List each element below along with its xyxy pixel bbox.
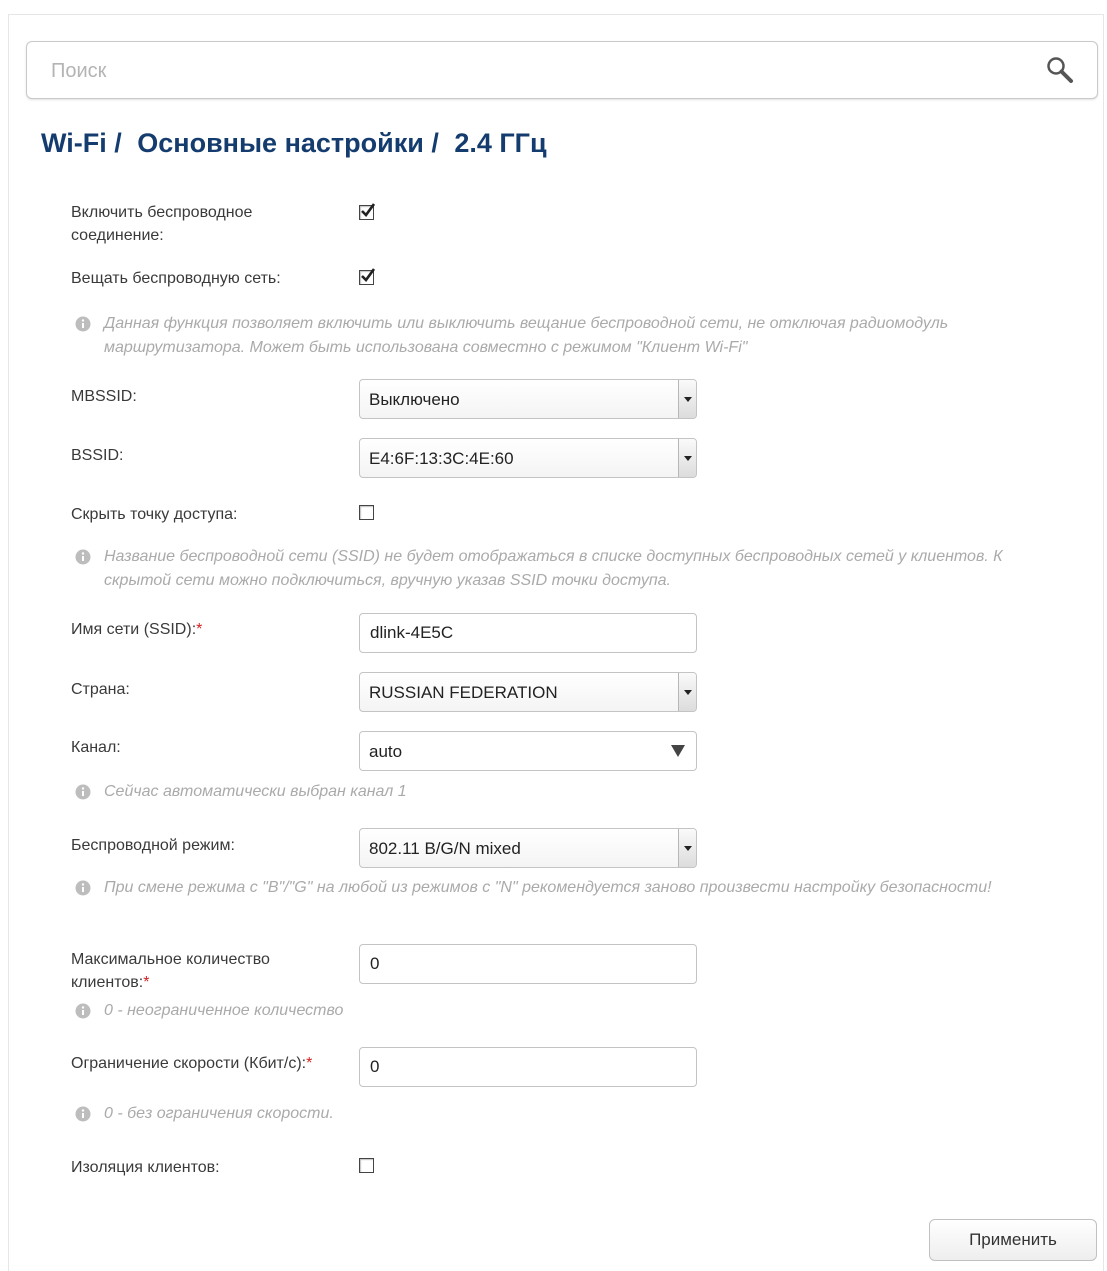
info-icon [75, 549, 91, 565]
broadcast-hint: Данная функция позволяет включить или вы… [75, 312, 1035, 360]
info-icon [75, 784, 91, 800]
dropdown-arrow-icon[interactable] [678, 829, 696, 867]
wireless-mode-select[interactable]: 802.11 B/G/N mixed [359, 828, 697, 868]
ssid-input[interactable] [359, 613, 697, 653]
channel-hint: Сейчас автоматически выбран канал 1 [75, 780, 1035, 804]
check-icon [361, 203, 375, 217]
check-icon [361, 268, 375, 282]
chevron-down-icon[interactable] [671, 745, 685, 757]
broadcast-hint-text: Данная функция позволяет включить или вы… [104, 315, 949, 356]
max-clients-label: Максимальное количество клиентов:* [71, 948, 341, 994]
max-clients-input[interactable] [359, 944, 697, 984]
mbssid-value: Выключено [369, 390, 460, 409]
country-select[interactable]: RUSSIAN FEDERATION [359, 672, 697, 712]
bssid-select[interactable]: E4:6F:13:3C:4E:60 [359, 438, 697, 478]
info-icon [75, 880, 91, 896]
breadcrumb-basic-settings: Основные настройки / [137, 128, 439, 158]
required-marker: * [196, 621, 203, 638]
info-icon [75, 316, 91, 332]
country-value: RUSSIAN FEDERATION [369, 683, 558, 702]
dropdown-arrow-icon[interactable] [678, 380, 696, 418]
hide-ap-hint: Название беспроводной сети (SSID) не буд… [75, 545, 1035, 593]
channel-select[interactable]: auto [359, 731, 697, 771]
speed-limit-label-text: Ограничение скорости (Кбит/с): [71, 1055, 307, 1072]
wireless-mode-hint-text: При смене режима с "B"/"G" на любой из р… [104, 879, 992, 896]
country-label: Страна: [71, 681, 130, 698]
info-icon [75, 1106, 91, 1122]
dropdown-arrow-icon[interactable] [678, 439, 696, 477]
speed-limit-input[interactable] [359, 1047, 697, 1087]
speed-limit-hint: 0 - без ограничения скорости. [75, 1102, 1035, 1126]
hide-ap-label: Скрыть точку доступа: [71, 506, 238, 523]
broadcast-label: Вещать беспроводную сеть: [71, 270, 281, 287]
search-input[interactable] [49, 56, 1013, 86]
channel-label: Канал: [71, 739, 121, 756]
required-marker: * [306, 1055, 313, 1072]
enable-wireless-checkbox[interactable] [359, 203, 375, 220]
bssid-value: E4:6F:13:3C:4E:60 [369, 449, 514, 468]
client-isolation-label: Изоляция клиентов: [71, 1159, 220, 1176]
apply-button[interactable]: Применить [929, 1219, 1097, 1261]
bssid-label: BSSID: [71, 447, 124, 464]
info-icon [75, 1003, 91, 1019]
hide-ap-hint-text: Название беспроводной сети (SSID) не буд… [104, 548, 1003, 589]
max-clients-label-text: Максимальное количество клиентов: [71, 951, 270, 991]
enable-wireless-label: Включить беспроводное соединение: [71, 204, 253, 244]
page-title: Wi-Fi / Основные настройки / 2.4 ГГц [41, 128, 555, 159]
ssid-label-text: Имя сети (SSID): [71, 621, 197, 638]
speed-limit-label: Ограничение скорости (Кбит/с):* [71, 1052, 341, 1075]
breadcrumb-wifi: Wi-Fi / [41, 128, 122, 158]
speed-limit-hint-text: 0 - без ограничения скорости. [104, 1105, 334, 1122]
mbssid-select[interactable]: Выключено [359, 379, 697, 419]
ssid-label: Имя сети (SSID):* [71, 618, 341, 641]
breadcrumb-band: 2.4 ГГц [454, 128, 547, 158]
hide-ap-checkbox[interactable] [359, 505, 374, 520]
max-clients-hint-text: 0 - неограниченное количество [104, 1002, 344, 1019]
search-box[interactable] [26, 41, 1098, 99]
mbssid-label: MBSSID: [71, 388, 137, 405]
dropdown-arrow-icon[interactable] [678, 673, 696, 711]
wireless-mode-label: Беспроводной режим: [71, 837, 235, 854]
channel-value: auto [369, 742, 403, 761]
wireless-mode-value: 802.11 B/G/N mixed [369, 839, 521, 858]
wireless-mode-hint: При смене режима с "B"/"G" на любой из р… [75, 876, 1035, 900]
channel-hint-text: Сейчас автоматически выбран канал 1 [104, 783, 407, 800]
required-marker: * [143, 974, 150, 991]
client-isolation-checkbox[interactable] [359, 1158, 374, 1173]
search-icon[interactable] [1045, 55, 1075, 85]
max-clients-hint: 0 - неограниченное количество [75, 999, 1035, 1023]
broadcast-checkbox[interactable] [359, 268, 375, 285]
